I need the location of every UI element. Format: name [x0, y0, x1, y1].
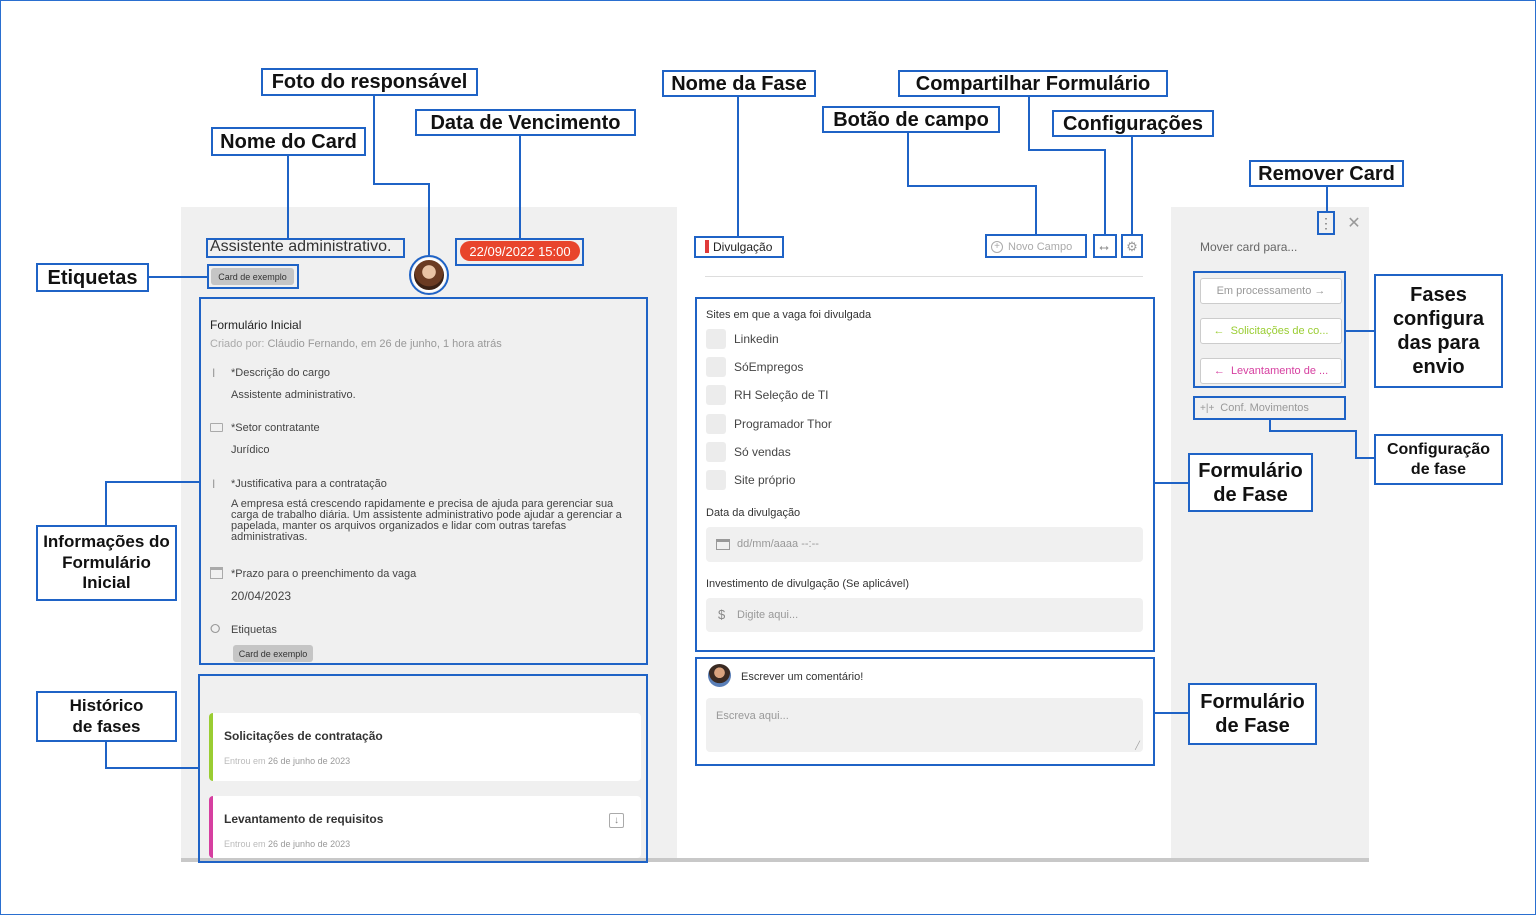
label-configured-phases: Fases configura das para envio: [1374, 274, 1503, 388]
highlight-tag: [207, 264, 299, 289]
label-field-button: Botão de campo: [822, 106, 1000, 133]
label-phase-config: Configuração de fase: [1374, 434, 1503, 485]
highlight-move-options: [1193, 271, 1346, 388]
highlight-history: [198, 674, 648, 863]
highlight-phase-name: [694, 236, 784, 258]
label-tags: Etiquetas: [36, 263, 149, 292]
highlight-phase-form: [695, 297, 1155, 652]
highlight-avatar: [409, 255, 449, 295]
label-remove-card: Remover Card: [1249, 160, 1404, 187]
move-title: Mover card para...: [1200, 240, 1298, 254]
highlight-comment-form: [695, 657, 1155, 766]
highlight-remove: [1317, 211, 1335, 235]
label-due-date: Data de Vencimento: [415, 109, 636, 136]
highlight-card-title: [206, 238, 405, 258]
highlight-due-date: [455, 238, 584, 266]
label-card-name: Nome do Card: [211, 127, 366, 156]
label-responsible-photo: Foto do responsável: [261, 68, 478, 96]
highlight-settings: [1121, 234, 1143, 258]
label-settings: Configurações: [1052, 110, 1214, 137]
label-phase-history: Histórico de fases: [36, 691, 177, 742]
label-phase-form-comment: Formulário de Fase: [1188, 683, 1317, 745]
highlight-share: [1093, 234, 1117, 258]
highlight-conf-movements: [1193, 396, 1346, 420]
label-initial-form-info: Informações do Formulário Inicial: [36, 525, 177, 601]
highlight-new-field: [985, 234, 1087, 258]
label-share-form: Compartilhar Formulário: [898, 70, 1168, 97]
highlight-initial-form: [199, 297, 648, 665]
label-phase-form: Formulário de Fase: [1188, 453, 1313, 512]
divider: [705, 276, 1143, 277]
close-icon[interactable]: ✕: [1346, 214, 1362, 232]
label-phase-name: Nome da Fase: [662, 70, 816, 97]
